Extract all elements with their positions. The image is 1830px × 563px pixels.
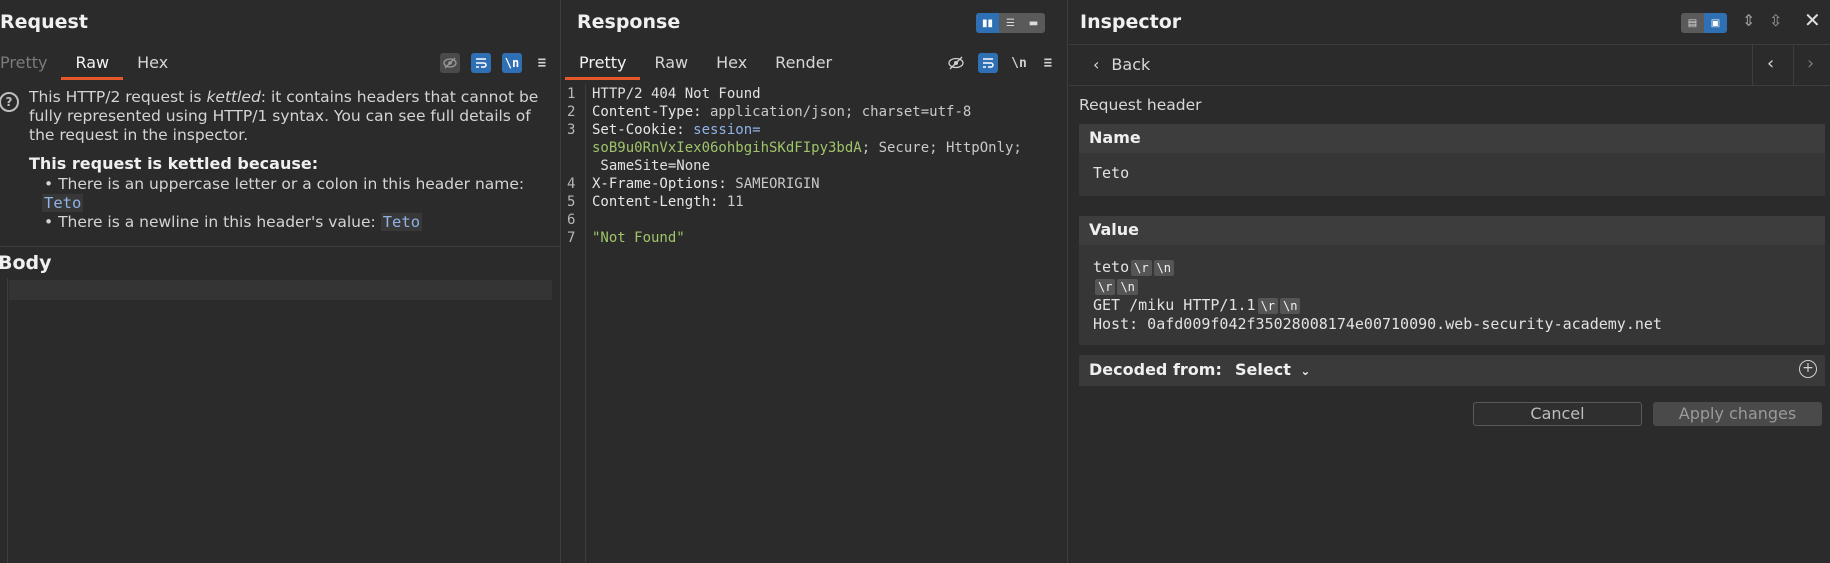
status-line: HTTP/2 404 Not Found — [592, 86, 761, 102]
notice-text-a: This HTTP/2 request is — [29, 88, 207, 106]
response-body: "Not Found" — [592, 230, 685, 246]
inspector-nav-bar: ‹ Back ‹ › — [1069, 44, 1830, 86]
line-number: 6 — [567, 212, 576, 228]
layout-toggle[interactable]: ▮▮ ☰ ▬ — [976, 13, 1045, 33]
response-panel: Response ▮▮ ☰ ▬ Pretty Raw Hex Render \n… — [562, 0, 1068, 563]
body-divider — [0, 246, 560, 247]
wrap-lines-icon[interactable] — [471, 53, 491, 73]
show-newlines-icon[interactable]: \n — [502, 53, 522, 73]
line-number: 7 — [567, 230, 576, 246]
collapse-all-icon[interactable]: ⇳ — [1769, 11, 1782, 30]
value-line-3: GET /miku HTTP/1.1 \r \n — [1093, 296, 1301, 314]
request-panel: Request Pretty Raw Hex \n ≡ ? This HTTP/… — [0, 0, 561, 563]
line-number: 4 — [567, 176, 576, 192]
section-label: Request header — [1079, 96, 1202, 114]
kettled-reason-2: • There is a newline in this header's va… — [44, 213, 423, 231]
inspector-title: Inspector — [1080, 11, 1182, 33]
header-set-cookie: Set-Cookie: session= — [592, 122, 761, 138]
request-title: Request — [0, 11, 88, 33]
line-number: 3 — [567, 122, 576, 138]
close-icon[interactable]: ✕ — [1804, 8, 1821, 32]
response-title: Response — [577, 11, 681, 33]
header-set-cookie-samesite: SameSite=None — [592, 158, 711, 174]
reason-2-text: There is a newline in this header's valu… — [58, 213, 376, 231]
add-decoding-icon[interactable]: + — [1799, 360, 1817, 378]
header-x-frame-options: X-Frame-Options: SAMEORIGIN — [592, 176, 820, 192]
tab-raw[interactable]: Raw — [61, 46, 124, 80]
body-gutter — [0, 278, 8, 563]
value-line-4: Host: 0afd009f042f35028008174e00710090.w… — [1093, 315, 1662, 333]
prev-icon[interactable]: ‹ — [1767, 53, 1774, 74]
hide-nonprintable-icon[interactable] — [440, 53, 460, 73]
decoded-from-label: Decoded from: — [1089, 360, 1222, 379]
reason-2-code: Teto — [380, 213, 423, 231]
reason-1-text: There is an uppercase letter or a colon … — [58, 175, 525, 193]
decoded-from-row: Decoded from: Select ⌄ + — [1079, 355, 1825, 386]
header-content-length: Content-Length: 11 — [592, 194, 744, 210]
layout-left-icon[interactable]: ▤ — [1681, 13, 1704, 33]
decoded-select[interactable]: Select ⌄ — [1235, 360, 1310, 379]
chevron-left-icon: ‹ — [1093, 55, 1100, 74]
line-number: 5 — [567, 194, 576, 210]
tab-hex[interactable]: Hex — [702, 46, 761, 80]
tab-hex[interactable]: Hex — [123, 46, 182, 80]
name-value[interactable]: Teto — [1093, 164, 1129, 182]
inspector-panel: Inspector ▤ ▣ ⇕ ⇳ ✕ ‹ Back ‹ › Request he… — [1069, 0, 1830, 563]
body-label: Body — [0, 252, 52, 274]
tab-pretty[interactable]: Pretty — [565, 46, 641, 80]
layout-rows-icon[interactable]: ☰ — [999, 13, 1022, 33]
menu-icon[interactable]: ≡ — [1038, 53, 1058, 73]
response-editor[interactable]: 1 2 3 4 5 6 7 HTTP/2 404 Not Found Conte… — [562, 84, 1060, 563]
cancel-button[interactable]: Cancel — [1473, 402, 1642, 426]
line-number: 2 — [567, 104, 576, 120]
name-heading: Name — [1079, 124, 1825, 153]
value-line-1: teto \r \n — [1093, 258, 1175, 276]
value-heading: Value — [1079, 216, 1825, 245]
layout-tabs-icon[interactable]: ▬ — [1022, 13, 1045, 33]
value-line-2: \r \n — [1093, 277, 1138, 295]
layout-right-icon[interactable]: ▣ — [1704, 13, 1727, 33]
tab-render[interactable]: Render — [761, 46, 846, 80]
header-content-type: Content-Type: application/json; charset=… — [592, 104, 972, 120]
response-gutter — [562, 84, 586, 563]
notice-kettled: kettled — [206, 88, 261, 106]
next-icon[interactable]: › — [1807, 53, 1814, 74]
show-newlines-icon[interactable]: \n — [1009, 53, 1029, 73]
tab-pretty[interactable]: Pretty — [0, 46, 61, 80]
body-line-1[interactable] — [9, 280, 552, 300]
help-icon: ? — [0, 92, 19, 112]
line-number: 1 — [567, 86, 576, 102]
kettled-reason-1: • There is an uppercase letter or a colo… — [42, 175, 525, 212]
inspector-layout-toggle[interactable]: ▤ ▣ — [1681, 13, 1727, 33]
layout-columns-icon[interactable]: ▮▮ — [976, 13, 999, 33]
header-set-cookie-value: soB9u0RnVxIex06ohbgihSKdFIpy3bdA; Secure… — [592, 140, 1022, 156]
value-field[interactable]: teto \r \n \r \n GET /miku HTTP/1.1 \r \n Hos… — [1079, 245, 1825, 345]
kettled-reason-heading: This request is kettled because: — [29, 154, 319, 173]
tab-raw[interactable]: Raw — [640, 46, 702, 80]
menu-icon[interactable]: ≡ — [532, 53, 552, 73]
apply-changes-button[interactable]: Apply changes — [1653, 402, 1822, 426]
back-button[interactable]: ‹ Back — [1093, 55, 1150, 74]
expand-all-icon[interactable]: ⇕ — [1742, 11, 1755, 30]
hide-nonprintable-icon[interactable] — [946, 53, 966, 73]
reason-1-code: Teto — [42, 194, 84, 212]
name-field[interactable]: Teto — [1079, 153, 1825, 196]
request-body-editor[interactable] — [0, 278, 552, 563]
wrap-lines-icon[interactable] — [978, 53, 998, 73]
chevron-down-icon: ⌄ — [1300, 364, 1311, 378]
